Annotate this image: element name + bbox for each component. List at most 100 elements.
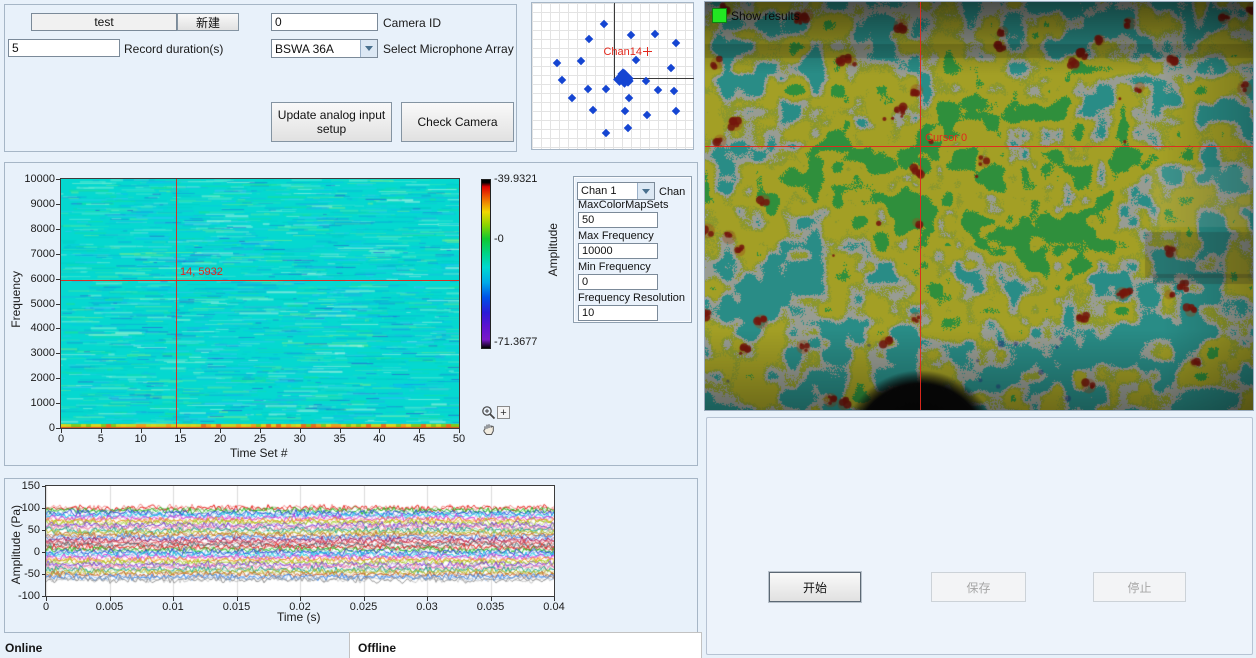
- control-field-label: Max Frequency: [578, 230, 654, 242]
- spectrogram-ytick-mark: [56, 304, 60, 305]
- new-button[interactable]: 新建: [177, 13, 239, 31]
- offline-tab-bar: [349, 632, 702, 658]
- control-field-input[interactable]: 10000: [578, 243, 658, 259]
- chevron-down-icon[interactable]: [360, 40, 377, 57]
- amplitude-colorbar: [481, 179, 491, 349]
- waveform-xtick: 0.035: [469, 601, 513, 613]
- check-camera-button[interactable]: Check Camera: [401, 102, 514, 142]
- spectrogram-ytick: 1000: [19, 397, 55, 409]
- mic-array-dropdown[interactable]: BSWA 36A: [271, 39, 378, 58]
- camera-id-field[interactable]: 0: [271, 13, 378, 31]
- control-field-label: MaxColorMapSets: [578, 199, 668, 211]
- test-name-field[interactable]: test: [31, 13, 177, 31]
- spectrogram-xtick: 30: [285, 433, 315, 445]
- stop-button[interactable]: 停止: [1093, 572, 1186, 602]
- waveform-ytick-mark: [42, 508, 45, 509]
- spectrogram-ytick-mark: [56, 353, 60, 354]
- zoom-tool-icon[interactable]: [481, 405, 496, 420]
- mic-array-plot[interactable]: Chan14: [531, 2, 694, 150]
- spectrogram-ytick: 9000: [19, 198, 55, 210]
- tab-online[interactable]: Online: [5, 641, 42, 655]
- waveform-panel: Amplitude (Pa) Time (s) 150100500-50-100…: [4, 478, 698, 633]
- mic-point: [602, 85, 610, 93]
- mic-axis-vertical: [614, 3, 615, 79]
- spectrogram-ytick: 2000: [19, 372, 55, 384]
- waveform-canvas[interactable]: [46, 486, 554, 596]
- mic-cursor-cross[interactable]: [647, 47, 648, 56]
- spectrogram-ytick-mark: [56, 328, 60, 329]
- waveform-xtick: 0.04: [532, 601, 576, 613]
- save-button[interactable]: 保存: [931, 572, 1026, 602]
- colorbar-axis-label: Amplitude: [546, 223, 560, 276]
- mic-point: [577, 57, 585, 65]
- mic-point: [651, 30, 659, 38]
- mic-point: [624, 124, 632, 132]
- waveform-ytick: -50: [7, 568, 40, 580]
- channel-label: Chan: [659, 186, 685, 198]
- spectrogram-ytick-mark: [56, 229, 60, 230]
- waveform-xtick: 0.03: [405, 601, 449, 613]
- camera-view: Cursor 0 Show results: [704, 1, 1254, 411]
- mic-point: [584, 85, 592, 93]
- control-field-label: Min Frequency: [578, 261, 651, 273]
- record-duration-label: Record duration(s): [124, 42, 223, 56]
- waveform-ytick-mark: [42, 574, 45, 575]
- record-duration-field[interactable]: 5: [8, 39, 120, 57]
- waveform-ytick: 100: [7, 502, 40, 514]
- spectrogram-xtick: 0: [46, 433, 76, 445]
- colorbar-min-label: -71.3677: [494, 336, 537, 348]
- waveform-ytick: 150: [7, 480, 40, 492]
- pan-hand-icon[interactable]: [482, 422, 496, 436]
- start-button[interactable]: 开始: [769, 572, 861, 602]
- mic-point: [553, 59, 561, 67]
- camera-cursor-label: Cursor 0: [925, 132, 967, 144]
- acoustic-heatmap-canvas[interactable]: [705, 2, 1253, 410]
- waveform-xtick: 0.02: [278, 601, 322, 613]
- mic-point: [602, 129, 610, 137]
- app-root: test 新建 5 Record duration(s) 0 Camera ID…: [0, 0, 1256, 658]
- spectrogram-xtick: 50: [444, 433, 474, 445]
- tab-offline[interactable]: Offline: [358, 641, 396, 655]
- spectrogram-ytick-mark: [56, 279, 60, 280]
- spectrogram-cursor-vline[interactable]: [176, 179, 177, 428]
- spectrogram-ytick-mark: [56, 179, 60, 180]
- camera-cursor-hline[interactable]: [705, 146, 1253, 147]
- control-field-input[interactable]: 50: [578, 212, 658, 228]
- spectrogram-cursor-hline[interactable]: [61, 280, 459, 281]
- mic-array-label: Select Microphone Array: [383, 42, 514, 56]
- analysis-controls-box: Chan 1 Chan MaxColorMapSets50 Max Frequen…: [573, 176, 692, 323]
- spectrogram-xtick: 5: [86, 433, 116, 445]
- show-results-led[interactable]: [712, 8, 727, 23]
- spectrogram-xtick: 40: [364, 433, 394, 445]
- spectrogram-xtick: 20: [205, 433, 235, 445]
- colorbar-max-label: -39.9321: [494, 173, 537, 185]
- show-results-label: Show results: [731, 9, 800, 23]
- spectrogram-ytick-mark: [56, 378, 60, 379]
- mic-point: [627, 31, 635, 39]
- waveform-ytick-mark: [42, 486, 45, 487]
- waveform-ytick: 0: [7, 546, 40, 558]
- waveform-xtick: 0.01: [151, 601, 195, 613]
- channel-dropdown[interactable]: Chan 1: [577, 182, 655, 200]
- spectrogram-xtick: 10: [126, 433, 156, 445]
- waveform-xtick: 0.025: [342, 601, 386, 613]
- mic-point: [625, 94, 633, 102]
- waveform-ytick: 50: [7, 524, 40, 536]
- spectrogram-ytick: 10000: [19, 173, 55, 185]
- camera-cursor-vline[interactable]: [920, 2, 921, 410]
- chevron-down-icon[interactable]: [637, 183, 654, 199]
- update-analog-input-button[interactable]: Update analog input setup: [271, 102, 392, 142]
- control-field-input[interactable]: 0: [578, 274, 658, 290]
- control-field-input[interactable]: 10: [578, 305, 658, 321]
- spectrogram-ytick: 4000: [19, 322, 55, 334]
- mic-array-value: BSWA 36A: [272, 42, 360, 56]
- channel-value: Chan 1: [578, 185, 637, 197]
- spectrogram-ytick: 7000: [19, 248, 55, 260]
- control-field-label: Frequency Resolution: [578, 292, 685, 304]
- zoom-mode-plus-icon[interactable]: +: [497, 406, 510, 419]
- spectrogram-canvas[interactable]: [61, 179, 459, 428]
- waveform-xtick: 0.005: [88, 601, 132, 613]
- mic-point: [568, 94, 576, 102]
- graph-tool-row: +: [481, 405, 510, 420]
- spectrogram-xlabel: Time Set #: [230, 446, 288, 460]
